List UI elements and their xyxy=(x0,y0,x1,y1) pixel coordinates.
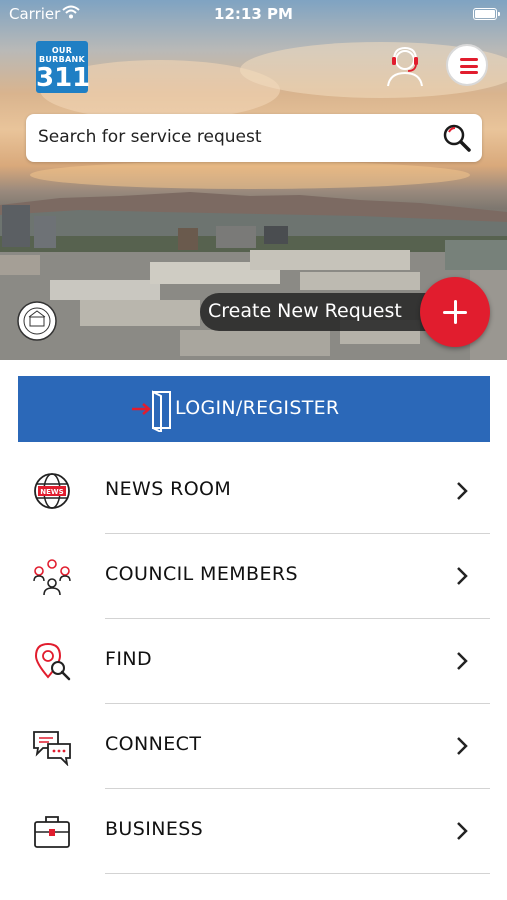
divider xyxy=(105,873,490,874)
login-door-icon xyxy=(132,390,171,432)
create-request-text: Create New Request xyxy=(208,300,402,322)
chat-bubbles-icon xyxy=(33,731,71,766)
menu-item-business[interactable]: BUSINESS xyxy=(0,788,507,874)
chevron-right-icon xyxy=(457,482,468,500)
menu-item-find[interactable]: FIND xyxy=(0,618,507,704)
menu-line-icon xyxy=(460,58,478,61)
council-members-icon xyxy=(33,559,71,596)
status-time: 12:13 PM xyxy=(214,5,293,23)
search-icon[interactable] xyxy=(442,123,472,153)
menu-item-news-room[interactable]: NEWS NEWS ROOM xyxy=(0,448,507,534)
city-seal-icon xyxy=(17,301,57,341)
menu-line-icon xyxy=(460,71,478,74)
menu-line-icon xyxy=(460,64,478,68)
menu-item-council-members[interactable]: COUNCIL MEMBERS xyxy=(0,533,507,619)
hamburger-menu-button[interactable] xyxy=(446,44,488,86)
logo-number: 311 xyxy=(36,63,91,93)
find-location-icon xyxy=(34,642,71,681)
menu-item-label: FIND xyxy=(105,648,152,670)
news-globe-icon: NEWS xyxy=(34,473,70,509)
status-bar: Carrier 12:13 PM xyxy=(0,0,507,28)
chevron-right-icon xyxy=(457,822,468,840)
battery-icon xyxy=(473,8,500,20)
chevron-right-icon xyxy=(457,652,468,670)
app-logo[interactable]: OUR BURBANK 311 xyxy=(36,41,91,93)
login-register-label: LOGIN/REGISTER xyxy=(175,397,340,419)
menu-item-connect[interactable]: CONNECT xyxy=(0,703,507,789)
search-input[interactable]: Search for service request xyxy=(38,127,262,147)
chevron-right-icon xyxy=(457,737,468,755)
search-bar[interactable]: Search for service request xyxy=(26,114,482,162)
customer-support-icon[interactable] xyxy=(382,42,428,88)
login-register-button[interactable]: LOGIN/REGISTER xyxy=(18,376,490,442)
svg-text:NEWS: NEWS xyxy=(40,488,63,496)
menu-item-label: NEWS ROOM xyxy=(105,478,232,500)
create-request-button[interactable] xyxy=(420,277,490,347)
hero-banner: Carrier 12:13 PM OUR BURBANK 311 Search f… xyxy=(0,0,507,360)
menu-item-label: COUNCIL MEMBERS xyxy=(105,563,298,585)
menu-item-label: CONNECT xyxy=(105,733,202,755)
menu-item-label: BUSINESS xyxy=(105,818,204,840)
chevron-right-icon xyxy=(457,567,468,585)
logo-text: OUR BURBANK xyxy=(38,46,86,64)
briefcase-icon xyxy=(34,816,70,848)
